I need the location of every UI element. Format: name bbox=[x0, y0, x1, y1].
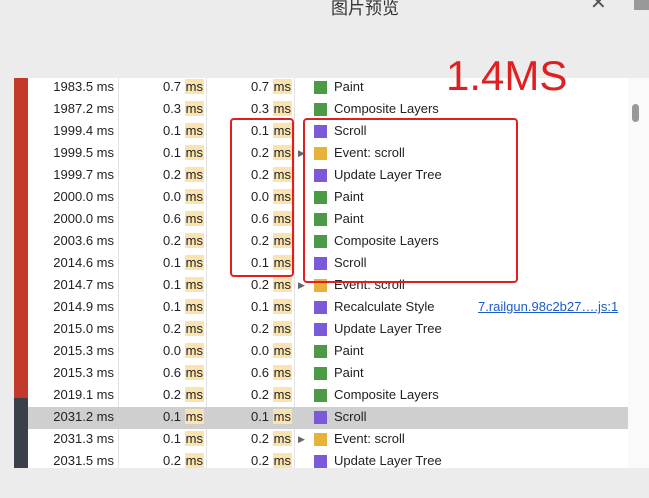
start-time-cell: 2031.2 ms bbox=[53, 409, 114, 424]
self-time-cell: 0.6 ms bbox=[162, 211, 204, 226]
self-time-cell: 0.1 ms bbox=[162, 255, 204, 270]
table-row[interactable]: 2031.5 ms 0.2 ms 0.2 ms Update Layer Tree bbox=[28, 451, 628, 468]
activity-color-icon bbox=[314, 433, 327, 446]
left-panel-strip-dark bbox=[14, 398, 28, 468]
activity-cell: Update Layer Tree bbox=[314, 319, 514, 341]
activity-cell: Composite Layers bbox=[314, 385, 514, 407]
activity-cell: Event: scroll bbox=[314, 429, 514, 451]
activity-color-icon bbox=[314, 301, 327, 314]
activity-color-icon bbox=[314, 103, 327, 116]
activity-cell: Paint bbox=[314, 341, 514, 363]
total-time-cell: 0.2 ms bbox=[250, 277, 292, 292]
bottom-bar bbox=[0, 468, 649, 498]
self-time-cell: 0.2 ms bbox=[162, 167, 204, 182]
start-time-cell: 2014.7 ms bbox=[53, 277, 114, 292]
self-time-cell: 0.1 ms bbox=[162, 431, 204, 446]
source-link[interactable]: 7.railgun.98c2b27….js:1 bbox=[478, 297, 628, 319]
start-time-cell: 1999.4 ms bbox=[53, 123, 114, 138]
self-time-cell: 0.7 ms bbox=[162, 79, 204, 94]
activity-color-icon bbox=[314, 367, 327, 380]
table-row[interactable]: 2031.3 ms 0.1 ms 0.2 ms ▶ Event: scroll bbox=[28, 429, 628, 451]
activity-cell: Update Layer Tree bbox=[314, 451, 514, 468]
self-time-cell: 0.3 ms bbox=[162, 101, 204, 116]
activity-label: Update Layer Tree bbox=[334, 321, 442, 336]
self-time-cell: 0.2 ms bbox=[162, 321, 204, 336]
table-row[interactable]: 2015.0 ms 0.2 ms 0.2 ms Update Layer Tree bbox=[28, 319, 628, 341]
self-time-cell: 0.2 ms bbox=[162, 233, 204, 248]
total-time-cell: 0.0 ms bbox=[250, 343, 292, 358]
self-time-cell: 0.0 ms bbox=[162, 343, 204, 358]
activity-label: Scroll bbox=[334, 409, 367, 424]
activity-cell: Paint bbox=[314, 363, 514, 385]
total-time-cell: 0.6 ms bbox=[250, 365, 292, 380]
self-time-cell: 0.0 ms bbox=[162, 189, 204, 204]
self-time-cell: 0.1 ms bbox=[162, 409, 204, 424]
scrollbar-thumb[interactable] bbox=[632, 104, 639, 122]
self-time-cell: 0.1 ms bbox=[162, 299, 204, 314]
start-time-cell: 1999.7 ms bbox=[53, 167, 114, 182]
table-row[interactable]: 2015.3 ms 0.0 ms 0.0 ms Paint bbox=[28, 341, 628, 363]
total-time-cell: 0.7 ms bbox=[250, 79, 292, 94]
annotation-box-activities bbox=[303, 118, 518, 283]
self-time-cell: 0.2 ms bbox=[162, 453, 204, 468]
table-row[interactable]: 2019.1 ms 0.2 ms 0.2 ms Composite Layers bbox=[28, 385, 628, 407]
table-row[interactable]: 2031.2 ms 0.1 ms 0.1 ms Scroll bbox=[28, 407, 628, 429]
start-time-cell: 2015.3 ms bbox=[53, 365, 114, 380]
start-time-cell: 2000.0 ms bbox=[53, 189, 114, 204]
start-time-cell: 1999.5 ms bbox=[53, 145, 114, 160]
start-time-cell: 2015.0 ms bbox=[53, 321, 114, 336]
window-edge bbox=[634, 0, 649, 10]
total-time-cell: 0.2 ms bbox=[250, 431, 292, 446]
start-time-cell: 2015.3 ms bbox=[53, 343, 114, 358]
self-time-cell: 0.2 ms bbox=[162, 387, 204, 402]
table-row[interactable]: 2014.9 ms 0.1 ms 0.1 ms Recalculate Style 7.… bbox=[28, 297, 628, 319]
start-time-cell: 2031.5 ms bbox=[53, 453, 114, 468]
expand-triangle-icon[interactable]: ▶ bbox=[298, 429, 305, 451]
annotation-label: 1.4MS bbox=[446, 52, 568, 99]
activity-color-icon bbox=[314, 455, 327, 468]
activity-label: Update Layer Tree bbox=[334, 453, 442, 468]
total-time-cell: 0.2 ms bbox=[250, 387, 292, 402]
self-time-cell: 0.1 ms bbox=[162, 145, 204, 160]
activity-label: Paint bbox=[334, 365, 364, 380]
activity-label: Paint bbox=[334, 79, 364, 94]
start-time-cell: 2003.6 ms bbox=[53, 233, 114, 248]
activity-label: Recalculate Style bbox=[334, 299, 435, 314]
activity-color-icon bbox=[314, 389, 327, 402]
start-time-cell: 1987.2 ms bbox=[53, 101, 114, 116]
total-time-cell: 0.2 ms bbox=[250, 321, 292, 336]
activity-color-icon bbox=[314, 81, 327, 94]
total-time-cell: 0.2 ms bbox=[250, 453, 292, 468]
activity-label: Event: scroll bbox=[334, 431, 405, 446]
self-time-cell: 0.6 ms bbox=[162, 365, 204, 380]
vertical-scrollbar[interactable] bbox=[628, 78, 649, 468]
close-icon[interactable]: ✕ bbox=[590, 0, 607, 15]
activity-label: Composite Layers bbox=[334, 101, 439, 116]
total-time-cell: 0.1 ms bbox=[250, 409, 292, 424]
activity-cell: Scroll bbox=[314, 407, 514, 429]
table-row[interactable]: 2015.3 ms 0.6 ms 0.6 ms Paint bbox=[28, 363, 628, 385]
activity-color-icon bbox=[314, 323, 327, 336]
annotation-box-duration bbox=[230, 118, 294, 277]
start-time-cell: 2014.6 ms bbox=[53, 255, 114, 270]
window-title: 图片预览 bbox=[331, 0, 399, 18]
activity-color-icon bbox=[314, 345, 327, 358]
start-time-cell: 2031.3 ms bbox=[53, 431, 114, 446]
self-time-cell: 0.1 ms bbox=[162, 277, 204, 292]
activity-color-icon bbox=[314, 411, 327, 424]
start-time-cell: 2000.0 ms bbox=[53, 211, 114, 226]
activity-label: Composite Layers bbox=[334, 387, 439, 402]
self-time-cell: 0.1 ms bbox=[162, 123, 204, 138]
start-time-cell: 2019.1 ms bbox=[53, 387, 114, 402]
start-time-cell: 2014.9 ms bbox=[53, 299, 114, 314]
total-time-cell: 0.1 ms bbox=[250, 299, 292, 314]
activity-label: Paint bbox=[334, 343, 364, 358]
start-time-cell: 1983.5 ms bbox=[53, 79, 114, 94]
